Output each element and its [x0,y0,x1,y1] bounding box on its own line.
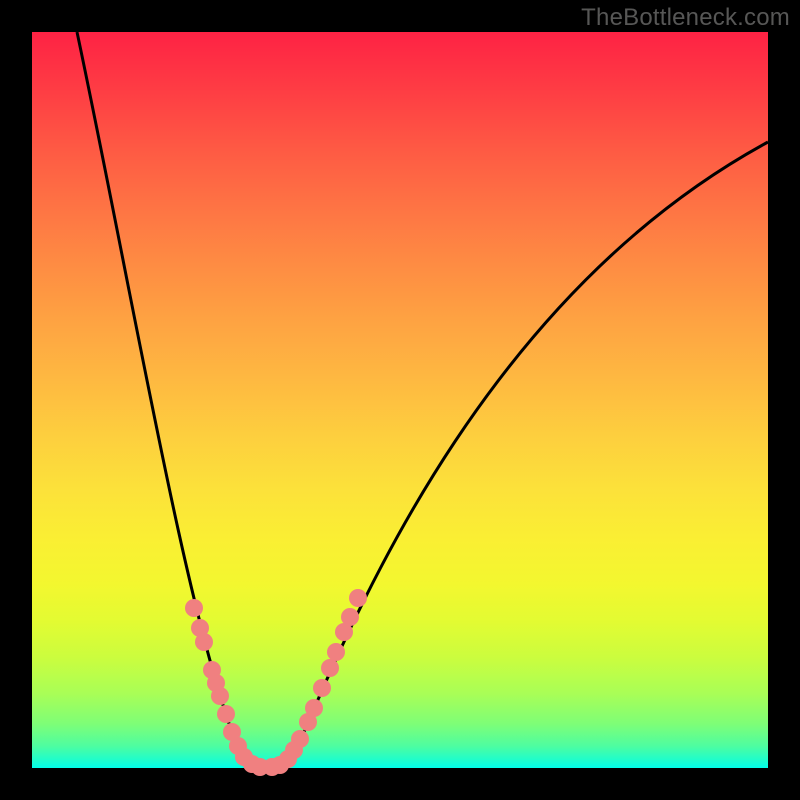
data-point [195,633,213,651]
data-point [217,705,235,723]
data-point [185,599,203,617]
data-point [321,659,339,677]
data-point [291,730,309,748]
plot-area [32,32,768,768]
data-point [349,589,367,607]
chart-frame: TheBottleneck.com [0,0,800,800]
data-point [341,608,359,626]
v-curve [77,32,768,768]
data-points [185,589,367,776]
watermark-text: TheBottleneck.com [581,4,790,32]
data-point [305,699,323,717]
data-point [313,679,331,697]
curve-svg [32,32,768,768]
data-point [327,643,345,661]
data-point [211,687,229,705]
